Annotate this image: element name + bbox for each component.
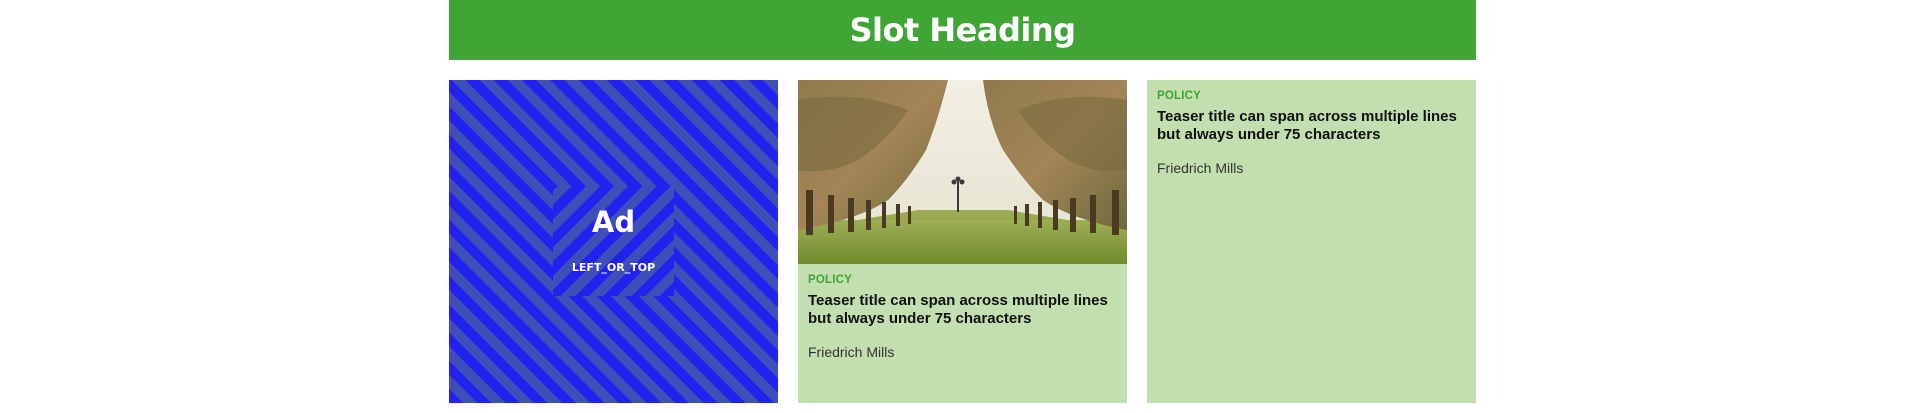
teaser-category[interactable]: POLICY — [1157, 90, 1466, 102]
teaser-body: POLICY Teaser title can span across mult… — [798, 264, 1127, 360]
slot-heading-text: Slot Heading — [849, 11, 1076, 49]
content-slot: Slot Heading Ad LEFT_OR_TOP POLICY Tease… — [449, 0, 1476, 403]
teaser-title[interactable]: Teaser title can span across multiple li… — [1157, 108, 1457, 144]
teaser-category[interactable]: POLICY — [808, 274, 1117, 286]
teaser-image[interactable] — [798, 80, 1127, 264]
ad-placeholder[interactable]: Ad LEFT_OR_TOP — [449, 80, 778, 403]
teaser-card-with-image[interactable]: POLICY Teaser title can span across mult… — [798, 80, 1127, 403]
teaser-author[interactable]: Friedrich Mills — [808, 344, 1117, 360]
teaser-card-text-only[interactable]: POLICY Teaser title can span across mult… — [1147, 80, 1476, 403]
slot-heading: Slot Heading — [449, 0, 1476, 60]
teaser-row: Ad LEFT_OR_TOP POLICY Teaser title can s… — [449, 80, 1476, 403]
ad-position: LEFT_OR_TOP — [571, 261, 656, 274]
ad-title: Ad — [591, 205, 636, 239]
teaser-title[interactable]: Teaser title can span across multiple li… — [808, 292, 1108, 328]
teaser-body: POLICY Teaser title can span across mult… — [1147, 80, 1476, 176]
teaser-author[interactable]: Friedrich Mills — [1157, 160, 1466, 176]
ad-label-box: Ad LEFT_OR_TOP — [553, 186, 674, 296]
